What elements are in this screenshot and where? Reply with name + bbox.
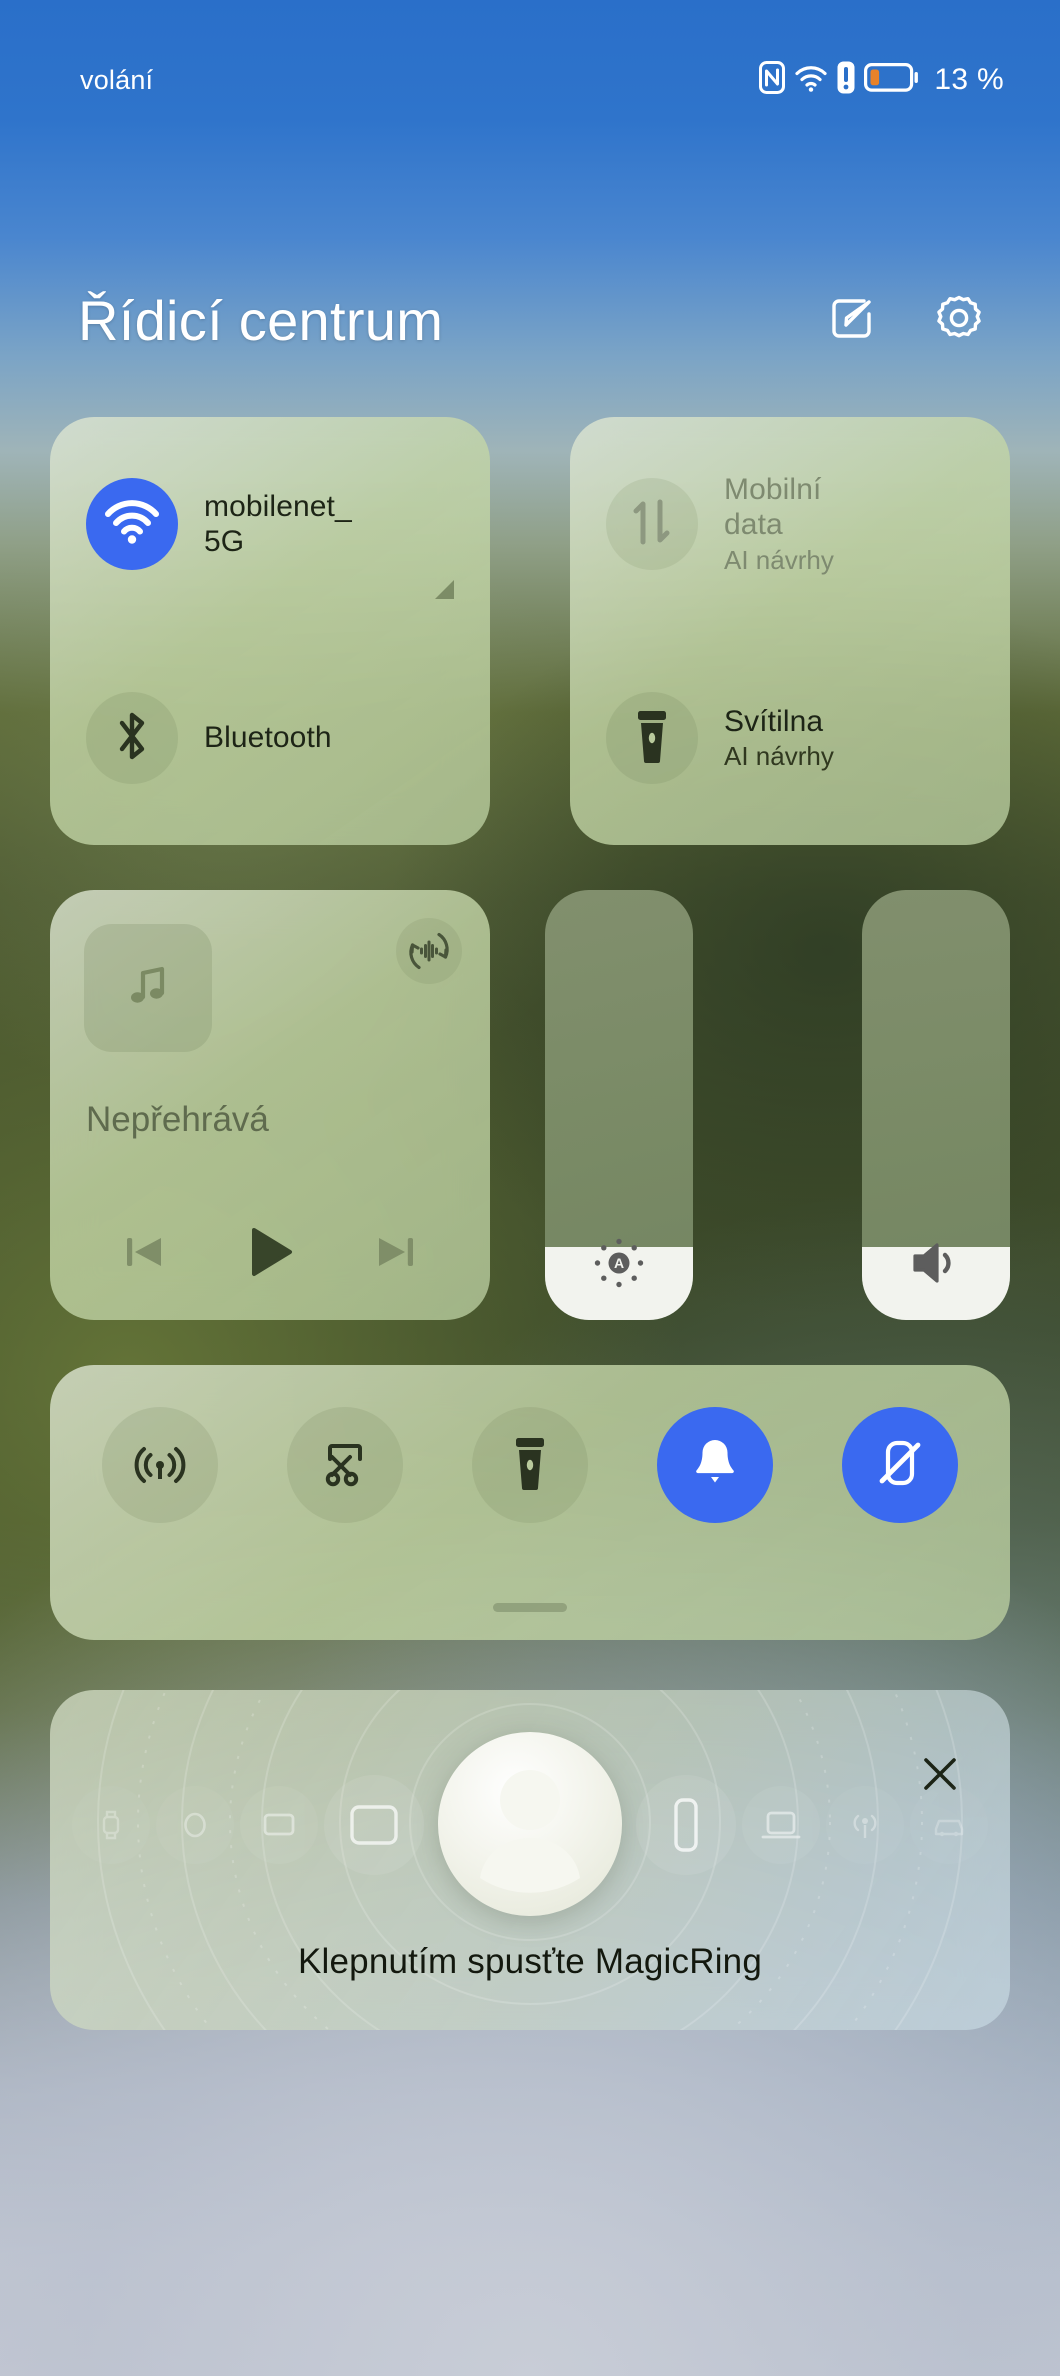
screenshot-scissors-icon [317, 1435, 373, 1496]
data-transfer-icon [627, 494, 677, 555]
music-note-icon [123, 961, 173, 1016]
flashlight-icon [632, 707, 672, 770]
battery-icon [864, 61, 920, 99]
gear-icon[interactable] [932, 291, 986, 350]
laptop-icon[interactable] [742, 1786, 820, 1864]
wifi-ssid-line1: mobilenet_ [204, 489, 352, 523]
skip-previous-icon[interactable] [121, 1229, 167, 1280]
brightness-slider[interactable]: A [545, 890, 693, 1320]
bluetooth-icon [110, 708, 154, 769]
skip-next-icon[interactable] [373, 1229, 419, 1280]
mobile-data-label-line1: Mobilní [724, 473, 822, 507]
panel-drag-handle[interactable] [493, 1603, 567, 1612]
volume-slider[interactable] [862, 890, 1010, 1320]
watch-icon[interactable] [72, 1786, 150, 1864]
earbuds-icon[interactable] [156, 1786, 234, 1864]
magicring-caption: Klepnutím spusťte MagicRing [297, 1942, 763, 1981]
bell-icon [690, 1435, 740, 1496]
tile-flashlight[interactable]: Svítilna AI návrhy [570, 631, 1010, 845]
wifi-expand-corner-icon[interactable] [435, 580, 454, 599]
toggle-screencast[interactable] [102, 1407, 218, 1523]
media-player-card[interactable]: Nepřehrává [50, 890, 490, 1320]
brightness-slider-fill: A [545, 1238, 693, 1320]
toggle-screenshot[interactable] [287, 1407, 403, 1523]
rotate-lock-icon [872, 1435, 928, 1496]
quick-toggles-row [50, 1407, 1010, 1523]
wifi-icon [104, 498, 160, 551]
bluetooth-tile-text: Bluetooth [204, 720, 332, 755]
status-carrier-label: volání [80, 64, 154, 95]
speaker-icon[interactable] [826, 1786, 904, 1864]
page-title: Řídicí centrum [78, 288, 444, 352]
connectivity-panel-right: Mobilní data AI návrhy Svítilna AI návrh… [570, 417, 1010, 845]
media-controls [50, 1223, 490, 1286]
quick-toggles-panel [50, 1365, 1010, 1640]
tile-wifi[interactable]: mobilenet_ 5G [50, 417, 490, 631]
avatar[interactable] [438, 1732, 622, 1916]
tile-bluetooth[interactable]: Bluetooth [50, 631, 490, 845]
edit-icon[interactable] [826, 292, 878, 349]
alert-icon [837, 61, 855, 99]
audio-output-icon[interactable] [396, 918, 462, 984]
connectivity-panel-left: mobilenet_ 5G Bluetooth [50, 417, 490, 845]
screencast-icon [132, 1435, 188, 1496]
toggle-auto-rotate[interactable] [842, 1407, 958, 1523]
phone-icon[interactable] [636, 1775, 736, 1875]
flashlight-tile-icon-circle [606, 692, 698, 784]
wifi-tile-text: mobilenet_ 5G [204, 489, 352, 560]
control-center-header: Řídicí centrum [0, 265, 1060, 375]
toggle-flashlight[interactable] [472, 1407, 588, 1523]
car-icon[interactable] [910, 1786, 988, 1864]
toggle-ringer[interactable] [657, 1407, 773, 1523]
mobile-data-tile-icon-circle [606, 478, 698, 570]
flashlight-icon [510, 1434, 550, 1497]
flashlight-label: Svítilna [724, 704, 824, 738]
svg-text:A: A [614, 1255, 624, 1271]
nfc-icon [759, 61, 786, 99]
volume-icon [907, 1237, 965, 1294]
volume-slider-fill [862, 1243, 1010, 1320]
media-status-label: Nepřehrává [86, 1100, 269, 1139]
mobile-data-tile-text: Mobilní data AI návrhy [724, 472, 834, 576]
flashlight-subtitle: AI návrhy [724, 741, 834, 772]
mobile-data-label-line2: data [724, 508, 783, 542]
mobile-data-subtitle: AI návrhy [724, 544, 834, 575]
media-album-thumbnail [84, 924, 212, 1052]
tile-mobile-data[interactable]: Mobilní data AI návrhy [570, 417, 1010, 631]
battery-percent-label: 13 % [934, 63, 1004, 96]
wifi-tile-icon-circle [86, 478, 178, 570]
tablet-icon[interactable] [324, 1775, 424, 1875]
magicring-card[interactable]: Klepnutím spusťte MagicRing [50, 1690, 1010, 2030]
status-icons: 13 % [759, 61, 1004, 99]
auto-brightness-icon: A [591, 1235, 647, 1296]
flashlight-tile-text: Svítilna AI návrhy [724, 704, 834, 773]
status-bar: volání 13 % [0, 0, 1060, 160]
bluetooth-tile-icon-circle [86, 692, 178, 784]
wifi-ssid-line2: 5G [204, 525, 245, 558]
tv-icon[interactable] [240, 1786, 318, 1864]
bluetooth-label: Bluetooth [204, 721, 332, 755]
avatar-icon [438, 1732, 622, 1916]
play-icon[interactable] [241, 1223, 299, 1286]
header-actions [826, 291, 986, 350]
wifi-icon [794, 63, 828, 98]
